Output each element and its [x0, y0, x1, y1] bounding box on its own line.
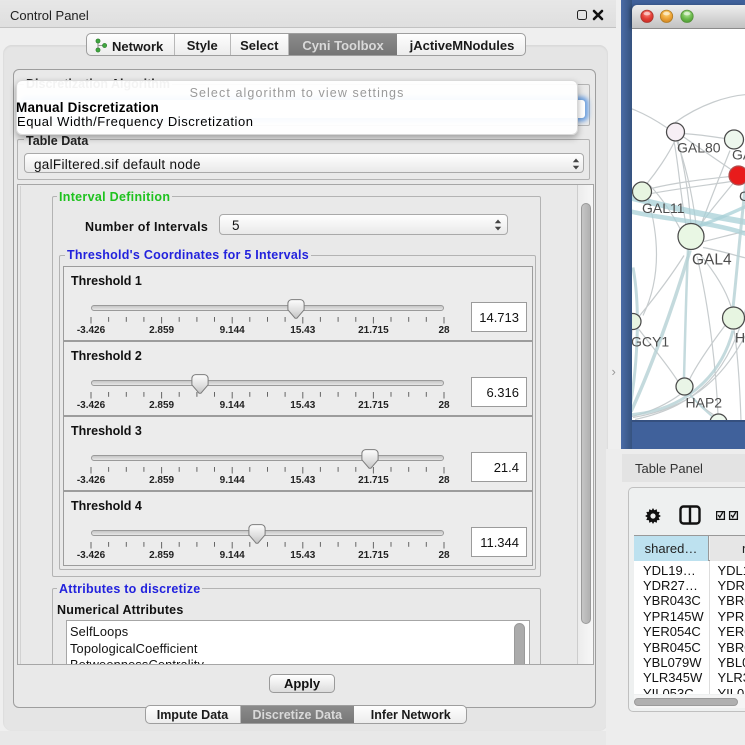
- svg-text:GA: GA: [732, 146, 745, 162]
- svg-text:GAL4: GAL4: [692, 251, 732, 268]
- svg-text:GAL11: GAL11: [642, 200, 685, 216]
- svg-text:H: H: [735, 329, 745, 345]
- svg-text:GAL80: GAL80: [677, 139, 721, 155]
- svg-text:C: C: [739, 188, 745, 204]
- svg-text:HAP2: HAP2: [686, 394, 723, 410]
- svg-text:GCY1: GCY1: [632, 333, 669, 349]
